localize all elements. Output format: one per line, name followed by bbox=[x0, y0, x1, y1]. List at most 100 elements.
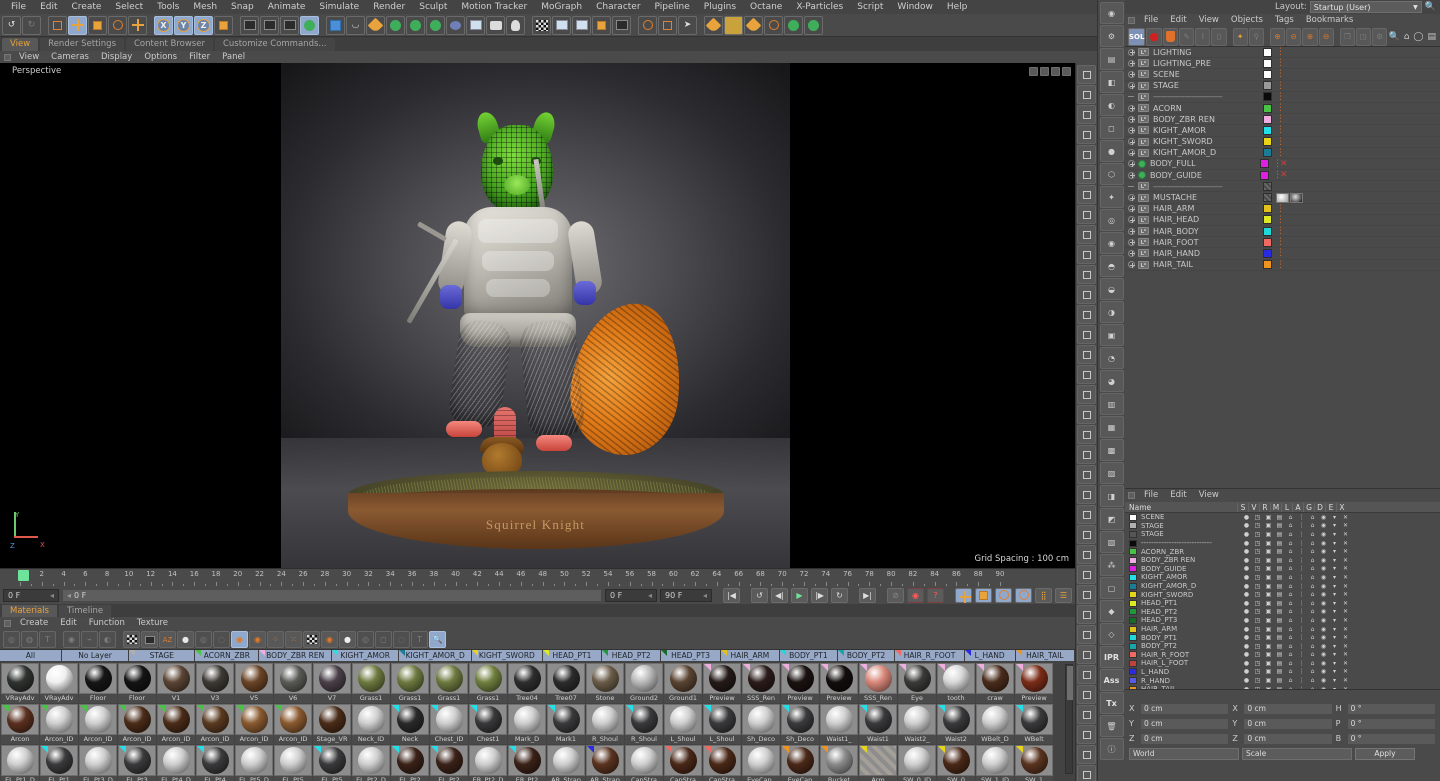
layer-toggle-r[interactable]: ▣ bbox=[1263, 583, 1274, 590]
layer-toggle-s[interactable]: ● bbox=[1241, 660, 1252, 667]
layer-toggle-g[interactable]: ⌂ bbox=[1307, 565, 1318, 572]
object-row[interactable]: L⁰ STAGE ⋮ bbox=[1125, 81, 1440, 92]
layer-toggle-r[interactable]: ▣ bbox=[1263, 531, 1274, 538]
menu-edit[interactable]: Edit bbox=[33, 0, 64, 14]
pen-icon[interactable] bbox=[1077, 285, 1096, 304]
material-menu-create[interactable]: Create bbox=[14, 617, 54, 630]
lm-grip[interactable] bbox=[1128, 492, 1135, 499]
add-child-icon[interactable]: ⊕ bbox=[1302, 27, 1318, 46]
spline-icon[interactable] bbox=[1077, 265, 1096, 284]
layer-color-chip[interactable] bbox=[1129, 599, 1137, 607]
layer-toggle-e[interactable]: ▾ bbox=[1329, 565, 1340, 572]
layer-toggle-x[interactable]: ✕ bbox=[1340, 626, 1351, 633]
layer-color-chip[interactable] bbox=[1129, 522, 1137, 530]
layer-column-s[interactable]: S bbox=[1237, 502, 1248, 512]
material-swatch[interactable]: EyeCap bbox=[781, 745, 819, 781]
layer-toggle-g[interactable]: ⌂ bbox=[1307, 591, 1318, 598]
layer-toggle-e[interactable]: ▾ bbox=[1329, 651, 1340, 658]
layer-toggle-d[interactable]: ◉ bbox=[1318, 617, 1329, 624]
layout-select[interactable]: Startup (User) ▼ bbox=[1309, 1, 1422, 13]
layer-toggle-m[interactable]: ▤ bbox=[1274, 660, 1285, 667]
octane-grad-icon[interactable]: ▨ bbox=[1099, 462, 1124, 484]
menu-help[interactable]: Help bbox=[940, 0, 975, 14]
copy-icon[interactable]: ◎ bbox=[357, 631, 374, 648]
layer-toggle-s[interactable]: ● bbox=[1241, 557, 1252, 564]
play-backwards-icon[interactable]: ↺ bbox=[751, 587, 768, 603]
add-object-icon[interactable]: ⊕ bbox=[1269, 27, 1286, 46]
expand-icon[interactable] bbox=[1128, 261, 1135, 269]
settings-icon[interactable]: ⚙ bbox=[1372, 27, 1388, 46]
material-swatch[interactable]: Chest1 bbox=[469, 704, 507, 744]
object-layer-color[interactable] bbox=[1263, 47, 1272, 57]
ruler-icon[interactable] bbox=[724, 15, 743, 35]
layer-toggle-l[interactable]: ⌂ bbox=[1285, 565, 1296, 572]
layer-toggle-s[interactable]: ● bbox=[1241, 514, 1252, 521]
link-icon[interactable]: ⚲ bbox=[1248, 27, 1264, 46]
apply-button[interactable]: Apply bbox=[1355, 747, 1415, 760]
layer-column-d[interactable]: D bbox=[1314, 502, 1325, 512]
layer-toggle-r[interactable]: ▣ bbox=[1263, 591, 1274, 598]
octane-render-icon[interactable]: ● bbox=[1146, 27, 1162, 46]
layer-toggle-v[interactable]: ◳ bbox=[1252, 522, 1263, 529]
layer-toggle-m[interactable]: ▤ bbox=[1274, 531, 1285, 538]
material-swatch[interactable]: Neck_ID bbox=[352, 704, 390, 744]
material-swatch[interactable]: EL_Pt5 bbox=[313, 745, 351, 781]
expand-icon[interactable] bbox=[1128, 149, 1135, 157]
material-swatch[interactable]: V1 bbox=[157, 663, 195, 703]
material-swatch[interactable]: Stone bbox=[586, 663, 624, 703]
layer-toggle-g[interactable]: ⌂ bbox=[1307, 617, 1318, 624]
layer-toggle-g[interactable]: ⌂ bbox=[1307, 660, 1318, 667]
undo-icon[interactable]: ↺ bbox=[2, 15, 21, 35]
brush-icon[interactable] bbox=[744, 15, 763, 35]
material-layer-tab[interactable]: HEAD_PT2 bbox=[602, 650, 662, 661]
material-swatch[interactable]: EL_Pt4_D bbox=[157, 745, 195, 781]
layer-toggle-m[interactable]: ▤ bbox=[1274, 557, 1285, 564]
material-swatch[interactable]: EL_Pt5 bbox=[274, 745, 312, 781]
array-icon[interactable] bbox=[1077, 545, 1096, 564]
object-dots-icon[interactable]: ⋮ bbox=[1276, 115, 1285, 124]
material-swatch[interactable]: Waist2_ bbox=[898, 704, 936, 744]
select-icon[interactable] bbox=[1077, 65, 1096, 84]
symmetry-icon[interactable] bbox=[1077, 605, 1096, 624]
layer-column-name[interactable]: Name bbox=[1129, 503, 1237, 512]
layer-toggle-s[interactable]: ● bbox=[1241, 583, 1252, 590]
material-swatch[interactable]: Arcon_ID bbox=[79, 704, 117, 744]
object-row[interactable]: L⁰ KIGHT_AMOR ⋮ bbox=[1125, 125, 1440, 137]
layer-toggle-v[interactable]: ◳ bbox=[1252, 617, 1263, 624]
cube-mat-icon[interactable]: ◻ bbox=[375, 631, 392, 648]
layer-toggle-a[interactable]: ⋮ bbox=[1296, 651, 1307, 658]
layer-toggle-v[interactable]: ◳ bbox=[1252, 540, 1263, 547]
layer-toggle-x[interactable]: ✕ bbox=[1340, 565, 1351, 572]
layer-toggle-s[interactable]: ● bbox=[1241, 591, 1252, 598]
layer-toggle-e[interactable]: ▾ bbox=[1329, 540, 1340, 547]
live-selection-icon[interactable] bbox=[48, 15, 67, 35]
text-icon[interactable] bbox=[1077, 725, 1096, 744]
viewport-menu-panel[interactable]: Panel bbox=[216, 51, 251, 63]
layer-toggle-g[interactable]: ⌂ bbox=[1307, 548, 1318, 555]
layer-toggle-x[interactable]: ✕ bbox=[1340, 634, 1351, 641]
layer-toggle-s[interactable]: ● bbox=[1241, 651, 1252, 658]
layer-row[interactable]: KIGHT_AMOR ● ◳ ▣ ▤ ⌂ ⋮ ⌂ ◉ ▾ ✕ bbox=[1125, 573, 1440, 582]
layer-toggle-d[interactable]: ◉ bbox=[1318, 514, 1329, 521]
move-icon[interactable] bbox=[1077, 85, 1096, 104]
layer-toggle-s[interactable]: ● bbox=[1241, 626, 1252, 633]
bend-icon[interactable] bbox=[1077, 405, 1096, 424]
timeline-ruler[interactable]: 0246810121416182022242628303234363840424… bbox=[0, 568, 1075, 586]
current-frame-field[interactable]: 0 F ◂ bbox=[3, 588, 59, 602]
om-grip[interactable] bbox=[1128, 17, 1135, 24]
layer-toggle-l[interactable]: ⌂ bbox=[1285, 591, 1296, 598]
search-icon[interactable]: 🔍 bbox=[1425, 2, 1436, 12]
layer-toggle-r[interactable]: ▣ bbox=[1263, 548, 1274, 555]
layer-column-v[interactable]: V bbox=[1248, 502, 1259, 512]
layer-toggle-m[interactable]: ▤ bbox=[1274, 548, 1285, 555]
axis-z-icon[interactable]: Z bbox=[194, 15, 213, 35]
layer-toggle-v[interactable]: ◳ bbox=[1252, 531, 1263, 538]
layer-column-e[interactable]: E bbox=[1325, 502, 1336, 512]
viewport-tab-content-browser[interactable]: Content Browser bbox=[126, 38, 213, 51]
layer-toggle-x[interactable]: ✕ bbox=[1340, 591, 1351, 598]
motion-clip-icon[interactable] bbox=[612, 15, 631, 35]
new-material-icon[interactable]: ◎ bbox=[3, 631, 20, 648]
material-layer-tab[interactable]: HAIR_TAIL bbox=[1015, 650, 1076, 661]
material-tag-icon[interactable] bbox=[1290, 192, 1303, 203]
t-icon[interactable]: T bbox=[411, 631, 428, 648]
